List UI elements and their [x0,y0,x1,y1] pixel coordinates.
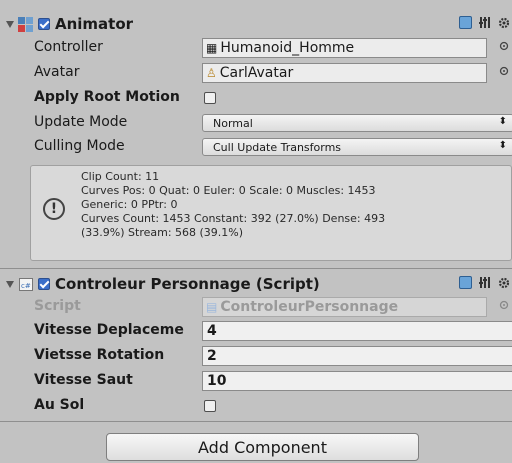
vitesse-rotation-row: Vietsse Rotation 2 [0,345,512,367]
avatar-row: Avatar ♙ CarlAvatar [0,62,512,84]
sliders-icon[interactable] [479,276,491,289]
update-mode-dropdown[interactable]: Normal ⬍ [202,114,512,132]
foldout-arrow-icon[interactable] [6,280,14,288]
avatar-icon: ♙ [206,66,217,80]
update-mode-value: Normal [213,116,253,130]
object-picker-icon[interactable] [499,41,509,51]
update-mode-row: Update Mode Normal ⬍ [0,112,512,134]
vitesse-deplacement-input[interactable]: 4 [202,321,512,341]
vitesse-deplacement-row: Vitesse Deplaceme 4 [0,320,512,342]
script-label: Script [34,298,81,314]
animator-title: Animator [55,15,134,33]
update-mode-label: Update Mode [34,114,128,130]
animator-enabled-checkbox[interactable] [38,18,50,30]
au-sol-label: Au Sol [34,397,85,413]
field-label: Vitesse Saut [34,372,133,388]
help-book-icon[interactable] [459,276,472,289]
controller-value: Humanoid_Homme [220,40,355,56]
vitesse-saut-row: Vitesse Saut 10 [0,370,512,392]
apply-root-motion-row: Apply Root Motion [0,87,512,109]
clip-info-text: Clip Count: 11 Curves Pos: 0 Quat: 0 Eul… [81,170,385,240]
dropdown-arrows-icon: ⬍ [498,140,507,151]
info-line: Curves Pos: 0 Quat: 0 Euler: 0 Scale: 0 … [81,184,376,197]
add-component-button[interactable]: Add Component [106,433,419,461]
culling-mode-label: Culling Mode [34,138,125,154]
controller-row: Controller ▦ Humanoid_Homme [0,37,512,59]
controller-field[interactable]: ▦ Humanoid_Homme [202,38,487,58]
script-enabled-checkbox[interactable] [38,278,50,290]
vitesse-saut-input[interactable]: 10 [202,371,512,391]
animator-header[interactable]: Animator [0,12,512,36]
animator-controller-icon: ▦ [206,41,218,55]
script-row: Script ▤ ControleurPersonnage [0,296,512,318]
svg-text:c#: c# [21,282,31,290]
help-book-icon[interactable] [459,16,472,29]
culling-mode-row: Culling Mode Cull Update Transforms ⬍ [0,136,512,158]
dropdown-arrows-icon: ⬍ [498,116,507,127]
avatar-field[interactable]: ♙ CarlAvatar [202,63,487,83]
gear-icon[interactable] [498,17,510,29]
gear-icon[interactable] [498,277,510,289]
sliders-icon[interactable] [479,16,491,29]
avatar-label: Avatar [34,64,80,80]
warning-info-icon: ! [43,198,65,220]
foldout-arrow-icon[interactable] [6,20,14,28]
culling-mode-value: Cull Update Transforms [213,140,342,154]
info-line: Curves Count: 1453 Constant: 392 (27.0%)… [81,212,386,225]
avatar-value: CarlAvatar [219,65,294,81]
apply-root-motion-label: Apply Root Motion [34,89,180,105]
script-file-icon: ▤ [206,300,218,314]
vitesse-rotation-input[interactable]: 2 [202,346,512,366]
script-value: ControleurPersonnage [220,299,399,315]
component-divider [0,268,512,269]
component-divider [0,421,512,422]
culling-mode-dropdown[interactable]: Cull Update Transforms ⬍ [202,138,512,156]
info-line: Clip Count: 11 [81,170,160,183]
info-line: (33.9%) Stream: 568 (39.1%) [81,226,244,239]
object-picker-icon[interactable] [499,66,509,76]
au-sol-row: Au Sol [0,395,512,417]
script-component-title: Controleur Personnage (Script) [55,275,320,293]
script-component-header[interactable]: c# Controleur Personnage (Script) [0,272,512,296]
animator-icon [18,16,33,32]
script-file-icon: c# [19,277,33,291]
controller-label: Controller [34,39,103,55]
apply-root-motion-checkbox[interactable] [204,92,216,104]
field-label: Vietsse Rotation [34,347,165,363]
field-label: Vitesse Deplaceme [34,322,184,338]
info-line: Generic: 0 PPtr: 0 [81,198,178,211]
clip-info-box: ! Clip Count: 11 Curves Pos: 0 Quat: 0 E… [30,165,512,261]
au-sol-checkbox[interactable] [204,400,216,412]
object-picker-icon [499,300,509,310]
script-field: ▤ ControleurPersonnage [202,297,487,317]
